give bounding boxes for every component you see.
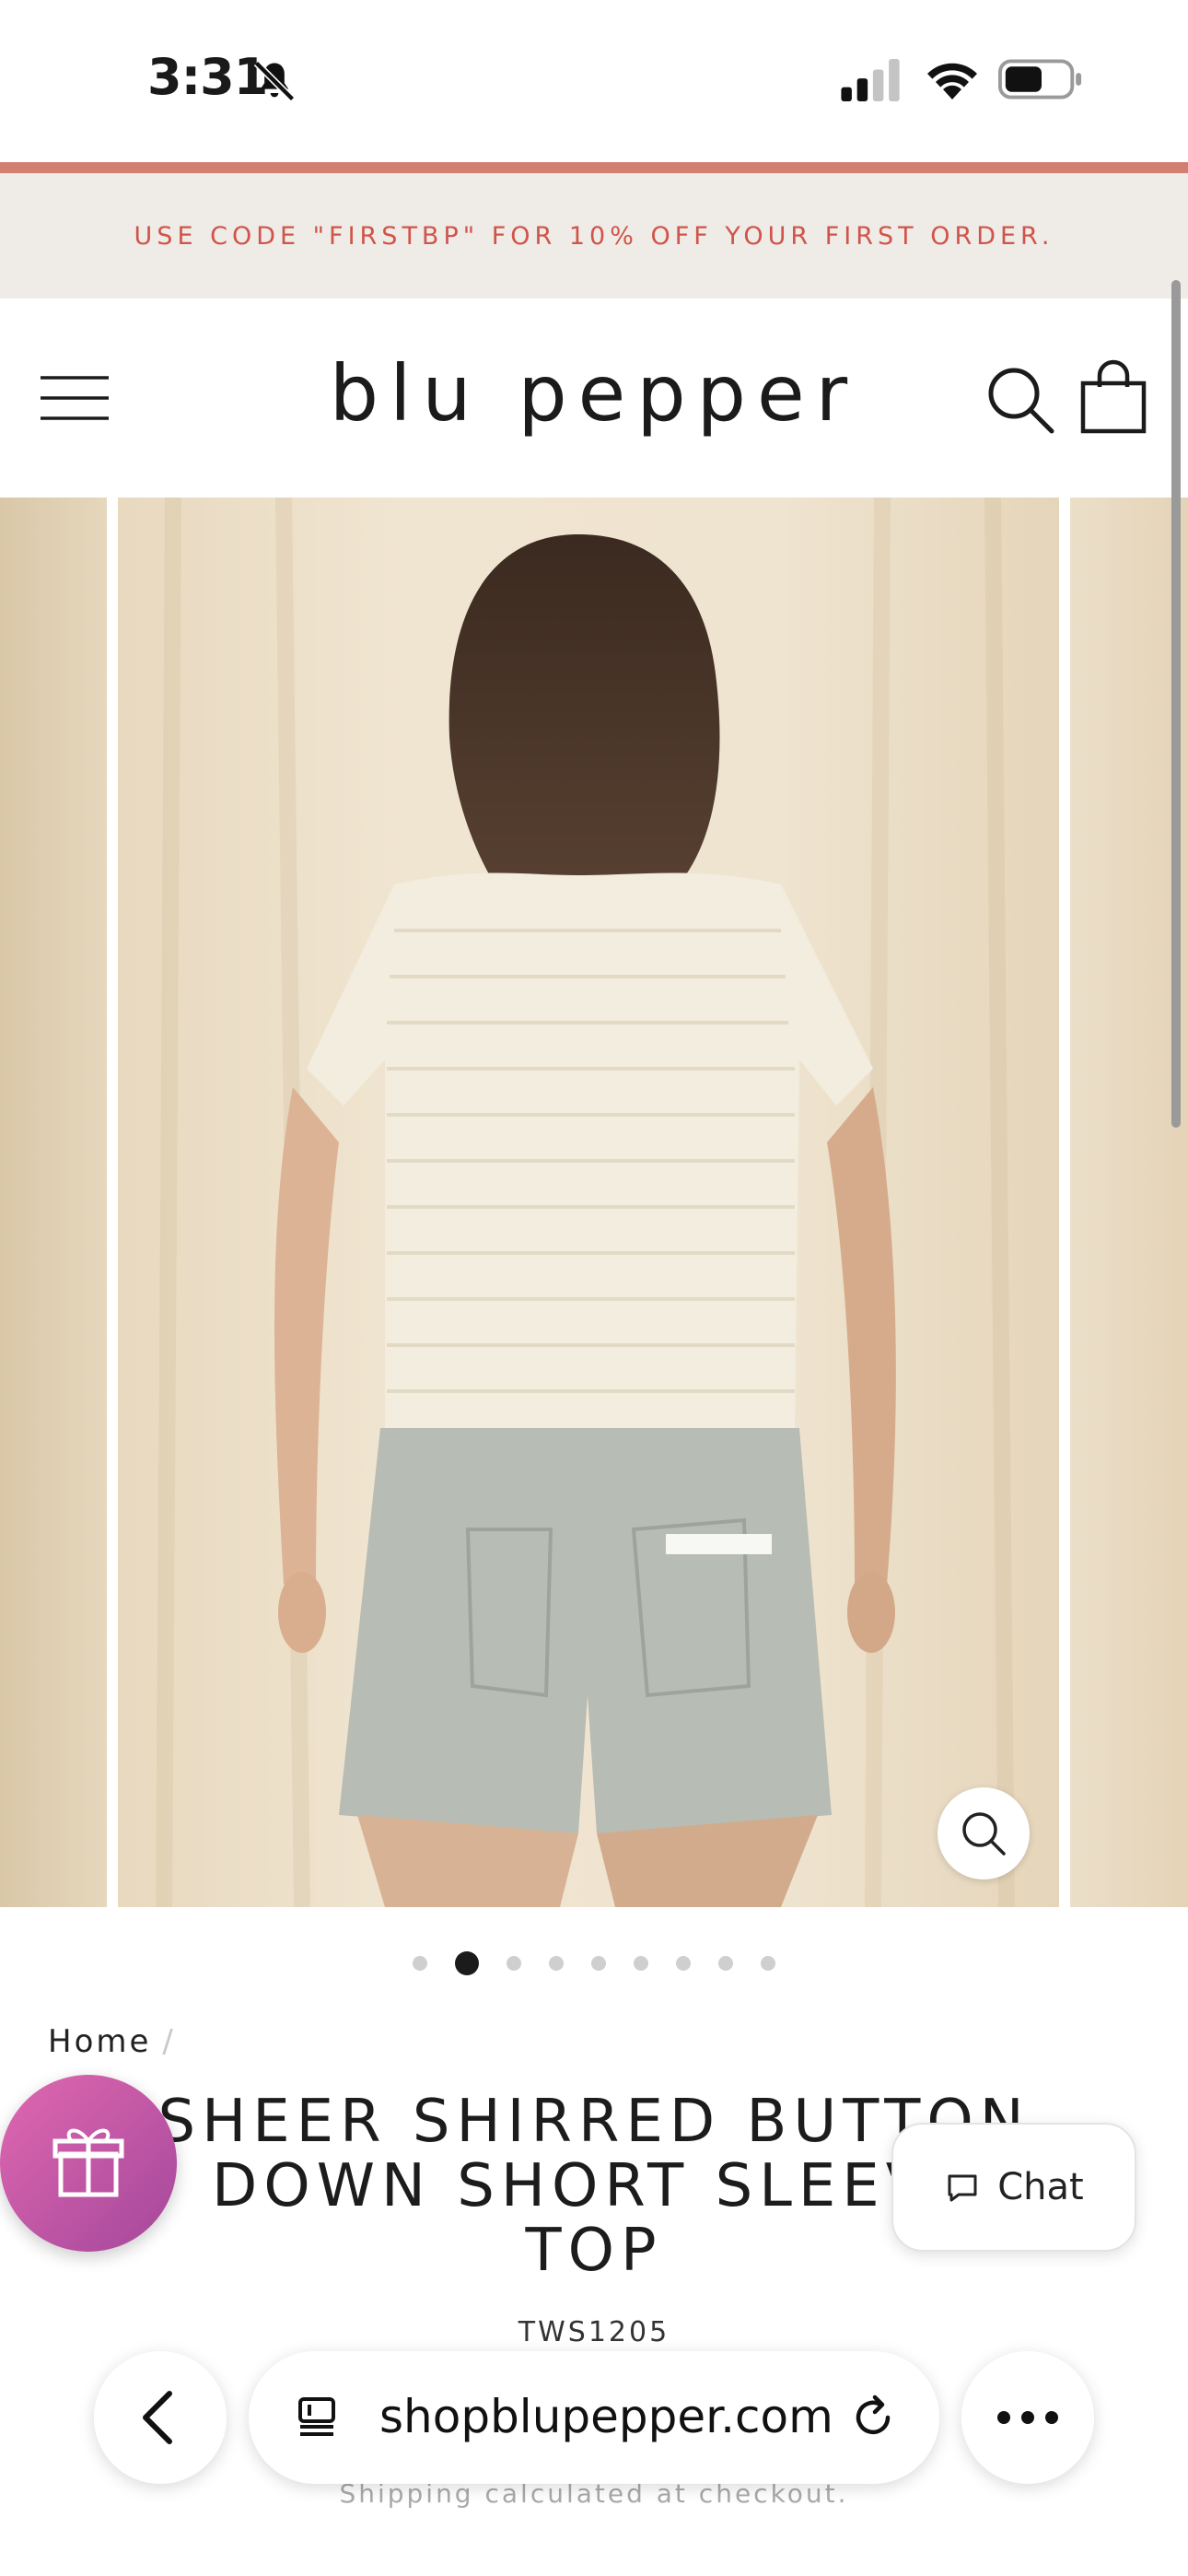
chat-bubble-icon: [948, 2174, 977, 2202]
gallery-slide-next[interactable]: [1070, 498, 1188, 1907]
site-header: blu pepper: [0, 299, 1188, 498]
page-scrollbar[interactable]: [1171, 280, 1181, 1128]
gallery-dot[interactable]: [413, 1956, 427, 1971]
more-icon: [997, 2411, 1058, 2424]
gift-icon: [52, 2128, 124, 2197]
product-image: [156, 498, 1015, 1907]
status-bar: 3:31: [0, 0, 1188, 162]
gallery-dot-active[interactable]: [455, 1951, 479, 1975]
browser-more-button[interactable]: [961, 2351, 1094, 2484]
browser-url: shopblupepper.com: [379, 2390, 833, 2443]
promo-text: USE CODE "FIRSTBP" FOR 10% OFF YOUR FIRS…: [134, 221, 1054, 251]
gallery-pagination: [0, 1950, 1188, 1977]
back-chevron-icon: [143, 2391, 172, 2444]
gallery-slide-current[interactable]: [118, 498, 1059, 1907]
battery-icon: [998, 59, 1082, 100]
promo-banner[interactable]: USE CODE "FIRSTBP" FOR 10% OFF YOUR FIRS…: [0, 173, 1188, 300]
search-icon[interactable]: [985, 365, 1055, 435]
gallery-slide-previous[interactable]: [0, 498, 107, 1907]
gallery-dot[interactable]: [761, 1956, 775, 1971]
gallery-dot[interactable]: [718, 1956, 733, 1971]
cart-icon[interactable]: [1079, 359, 1147, 435]
gallery-dot[interactable]: [507, 1956, 521, 1971]
gallery-dot[interactable]: [549, 1956, 564, 1971]
product-sku: TWS1205: [518, 2316, 670, 2348]
reload-icon[interactable]: [847, 2390, 903, 2445]
gallery-dot[interactable]: [591, 1956, 606, 1971]
gallery-dot[interactable]: [634, 1956, 648, 1971]
tabs-icon: [298, 2397, 335, 2436]
zoom-icon: [962, 1812, 1006, 1856]
chat-button[interactable]: Chat: [891, 2123, 1136, 2252]
breadcrumb: Home /: [48, 2023, 176, 2060]
status-time: 3:31: [147, 48, 268, 106]
breadcrumb-separator: /: [162, 2023, 176, 2060]
bell-slash-icon: [253, 60, 296, 102]
zoom-button[interactable]: [938, 1787, 1030, 1879]
product-gallery[interactable]: [0, 498, 1188, 1907]
wifi-icon: [927, 63, 977, 100]
chat-label: Chat: [997, 2166, 1084, 2208]
accent-line: [0, 162, 1188, 173]
browser-back-button[interactable]: [94, 2351, 227, 2484]
gallery-dot[interactable]: [676, 1956, 691, 1971]
rewards-button[interactable]: [0, 2075, 177, 2252]
signal-icon: [841, 59, 900, 101]
browser-address-bar[interactable]: shopblupepper.com: [249, 2351, 939, 2484]
breadcrumb-home[interactable]: Home: [48, 2023, 151, 2060]
